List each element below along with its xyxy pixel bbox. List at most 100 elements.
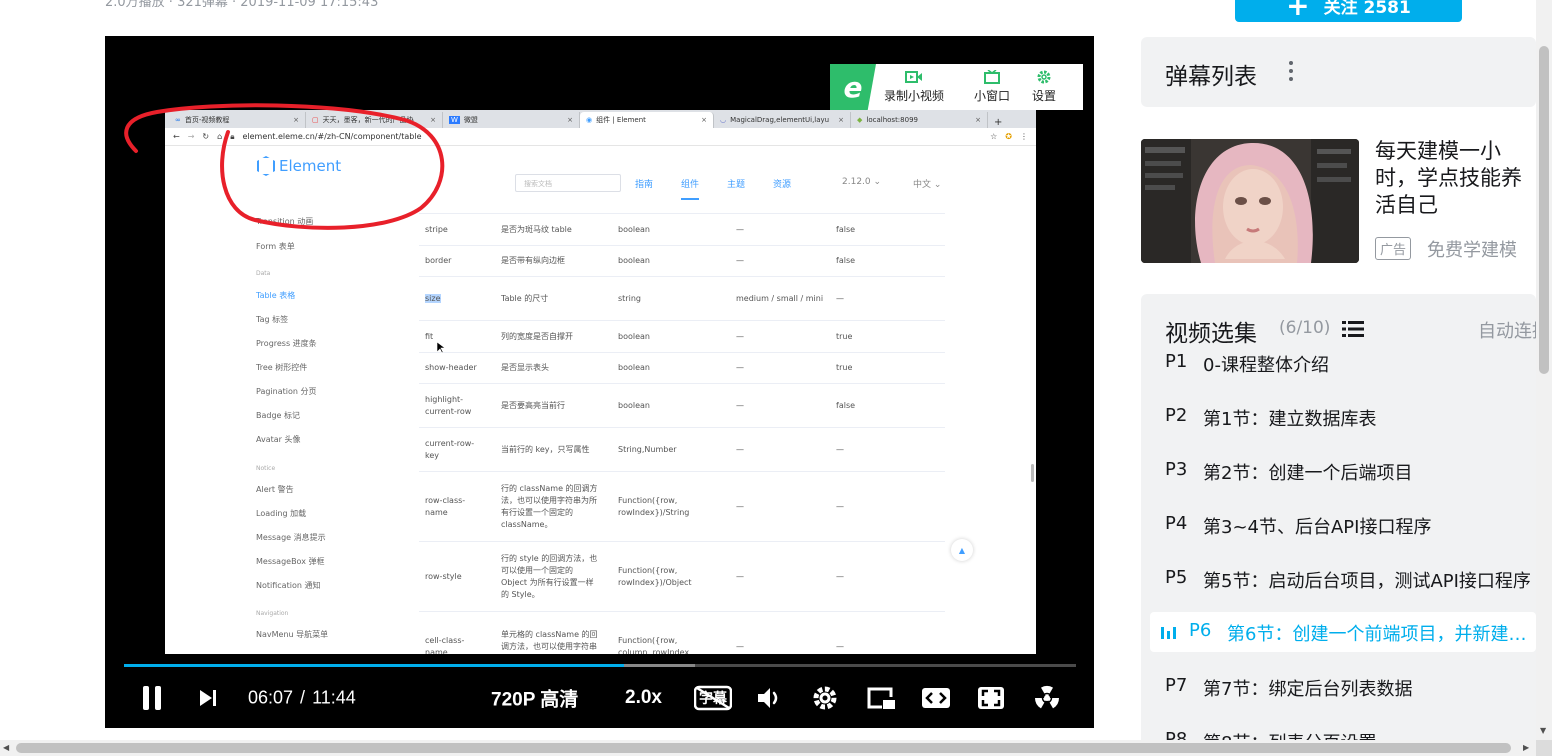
cell: boolean	[618, 363, 650, 372]
volume-icon	[758, 688, 778, 708]
playlist-item[interactable]: P7 第7节：绑定后台列表数据	[1141, 667, 1536, 707]
horizontal-scrollbar-thumb[interactable]	[16, 743, 1511, 753]
list-view-icon[interactable]	[1342, 320, 1364, 338]
cell: —	[836, 444, 844, 454]
pip-button[interactable]	[866, 685, 896, 711]
selected-text: size	[425, 293, 441, 303]
frame-tab-bar: ∞ 首页-视频教程 × ▢ 天天，墨客，新一代的产品协 × W 微盟 × ◉ 组件 | Ele…	[165, 110, 1036, 128]
close-icon: ×	[430, 116, 436, 124]
playlist-item-active[interactable]: P6 第6节：创建一个前端项目，并新建页面	[1150, 612, 1536, 652]
frame-tab-label: 组件 | Element	[596, 116, 646, 124]
time-display: 06:07 / 11:44	[248, 688, 356, 709]
danmaku-list-header[interactable]: 弹幕列表	[1141, 37, 1536, 107]
picture-in-picture-icon	[867, 687, 895, 709]
side-item: Pagination 分页	[256, 387, 317, 396]
recorder-settings-button[interactable]: 设置	[1018, 64, 1064, 110]
star-icon: ☆	[990, 132, 998, 141]
frame-tab: ◆ localhost:8099 ×	[851, 112, 988, 128]
scroll-right-arrow-icon[interactable]: ▶	[1523, 743, 1529, 752]
frame-address-bar: ← → ↻ ⌂ 🔒︎ element.eleme.cn/#/zh-CN/comp…	[165, 128, 1036, 146]
nav-resource: 资源	[773, 180, 792, 190]
cell: —	[736, 501, 744, 511]
cell: 行的 style 的回调方法，也可以使用一个固定的 Object 为所有行设置一…	[501, 553, 598, 599]
nav-component: 组件	[681, 177, 700, 200]
frame-url: element.eleme.cn/#/zh-CN/component/table	[242, 132, 422, 141]
subtitle-icon: 字幕	[694, 685, 732, 711]
player-settings-button[interactable]	[812, 685, 838, 711]
tab-favicon-icon: ◆	[857, 116, 863, 124]
cell: false	[836, 400, 856, 410]
table-row: current-row-key 当前行的 key，只写属性 String,Numbe…	[419, 427, 945, 471]
horizontal-scrollbar[interactable]: ◀ ▶	[0, 740, 1536, 756]
total-time: 11:44	[312, 687, 356, 708]
episode-name: 0-课程整体介绍	[1203, 355, 1329, 376]
radiation-button[interactable]	[1032, 683, 1062, 713]
quality-button[interactable]: 720P 高清	[491, 685, 578, 712]
ad-thumbnail[interactable]	[1141, 139, 1359, 263]
playlist-item[interactable]: P1 0-课程整体介绍	[1141, 343, 1536, 383]
cell: —	[736, 444, 744, 454]
playlist-item[interactable]: P5 第5节：启动后台项目，测试API接口程序	[1141, 559, 1536, 599]
tab-favicon-icon: W	[449, 116, 460, 124]
ad-subtitle[interactable]: 免费学建模	[1427, 236, 1517, 262]
vertical-scrollbar-thumb[interactable]	[1539, 46, 1549, 374]
widescreen-button[interactable]	[921, 687, 951, 709]
element-search-input: 搜索文档	[515, 174, 621, 192]
cell: highlight-current-row	[425, 394, 472, 416]
autoplay-toggle[interactable]: 自动连播	[1478, 317, 1536, 343]
playlist-item[interactable]: P3 第2节：创建一个后端项目	[1141, 451, 1536, 491]
record-video-button[interactable]: 录制小视频	[876, 64, 952, 110]
tab-favicon-icon: ∞	[175, 116, 181, 124]
cell: false	[836, 256, 856, 265]
subtitle-button[interactable]: 字幕	[694, 685, 732, 711]
cell: —	[836, 293, 844, 303]
side-item: Form 表单	[256, 242, 295, 251]
follow-button[interactable]: + 关注 2581	[1235, 0, 1462, 22]
playlist-count: (6/10)	[1279, 318, 1331, 338]
volume-button[interactable]	[756, 686, 782, 710]
progress-bar[interactable]	[124, 664, 1076, 667]
episode-number: P6	[1189, 620, 1212, 641]
pause-button[interactable]	[141, 685, 163, 711]
cell: Function({row, column, rowIndex,	[618, 635, 692, 655]
speed-button[interactable]: 2.0x	[625, 687, 662, 709]
ad-title[interactable]: 每天建模一小时，学点技能养活自己	[1375, 138, 1536, 219]
playlist-item[interactable]: P2 第1节：建立数据库表	[1141, 397, 1536, 437]
menu-dots-icon: ⋮	[1020, 132, 1028, 141]
cell: —	[736, 571, 744, 581]
small-window-button[interactable]: 小窗口	[952, 64, 1018, 110]
fullscreen-button[interactable]	[977, 686, 1005, 710]
vertical-scrollbar[interactable]: ▼	[1536, 0, 1552, 740]
playlist-item[interactable]: P4 第3~4节、后台API接口程序	[1141, 505, 1536, 545]
next-button[interactable]	[198, 688, 218, 708]
next-icon	[200, 690, 216, 706]
table-row: size Table 的尺寸 string medium / small / mini…	[419, 276, 945, 320]
table-row: highlight-current-row 是否要高亮当前行 boolean — fal…	[419, 383, 945, 427]
cell: true	[836, 331, 853, 341]
side-item: Alert 警告	[256, 485, 294, 494]
settings-label: 设置	[1032, 89, 1057, 103]
table-row: cell-class-name 单元格的 className 的回调方法，也可以使…	[419, 611, 945, 654]
table-row: border 是否带有纵向边框 boolean — false	[419, 245, 945, 276]
ad-badge: 广告	[1375, 237, 1412, 260]
cell: —	[736, 331, 744, 341]
new-tab-icon: +	[994, 117, 1003, 128]
side-item: MessageBox 弹框	[256, 557, 325, 566]
cell: stripe	[425, 224, 448, 234]
episode-number: P5	[1165, 567, 1188, 588]
cell: string	[618, 293, 641, 303]
gear-icon	[1037, 70, 1051, 84]
more-options-icon[interactable]	[1289, 61, 1293, 81]
cell: 是否显示表头	[501, 363, 549, 372]
scroll-left-arrow-icon[interactable]: ◀	[3, 743, 9, 752]
recorder-logo-icon: e	[830, 64, 876, 110]
screen-recorder-toolbar[interactable]: e 录制小视频 小窗口 设置	[830, 64, 1083, 110]
cell: Function({row, rowIndex})/String	[618, 495, 690, 517]
side-item: Notification 通知	[256, 581, 321, 590]
scroll-down-arrow-icon[interactable]: ▼	[1540, 726, 1546, 735]
danmaku-title: 弹幕列表	[1165, 64, 1257, 90]
video-player[interactable]: ∞ 首页-视频教程 × ▢ 天天，墨客，新一代的产品协 × W 微盟 × ◉ 组件 | Ele…	[105, 36, 1094, 728]
episode-number: P2	[1165, 405, 1188, 426]
frame-tab: ◡ MagicalDrag,elementUi,layu ×	[714, 112, 851, 128]
cell: false	[836, 224, 856, 234]
